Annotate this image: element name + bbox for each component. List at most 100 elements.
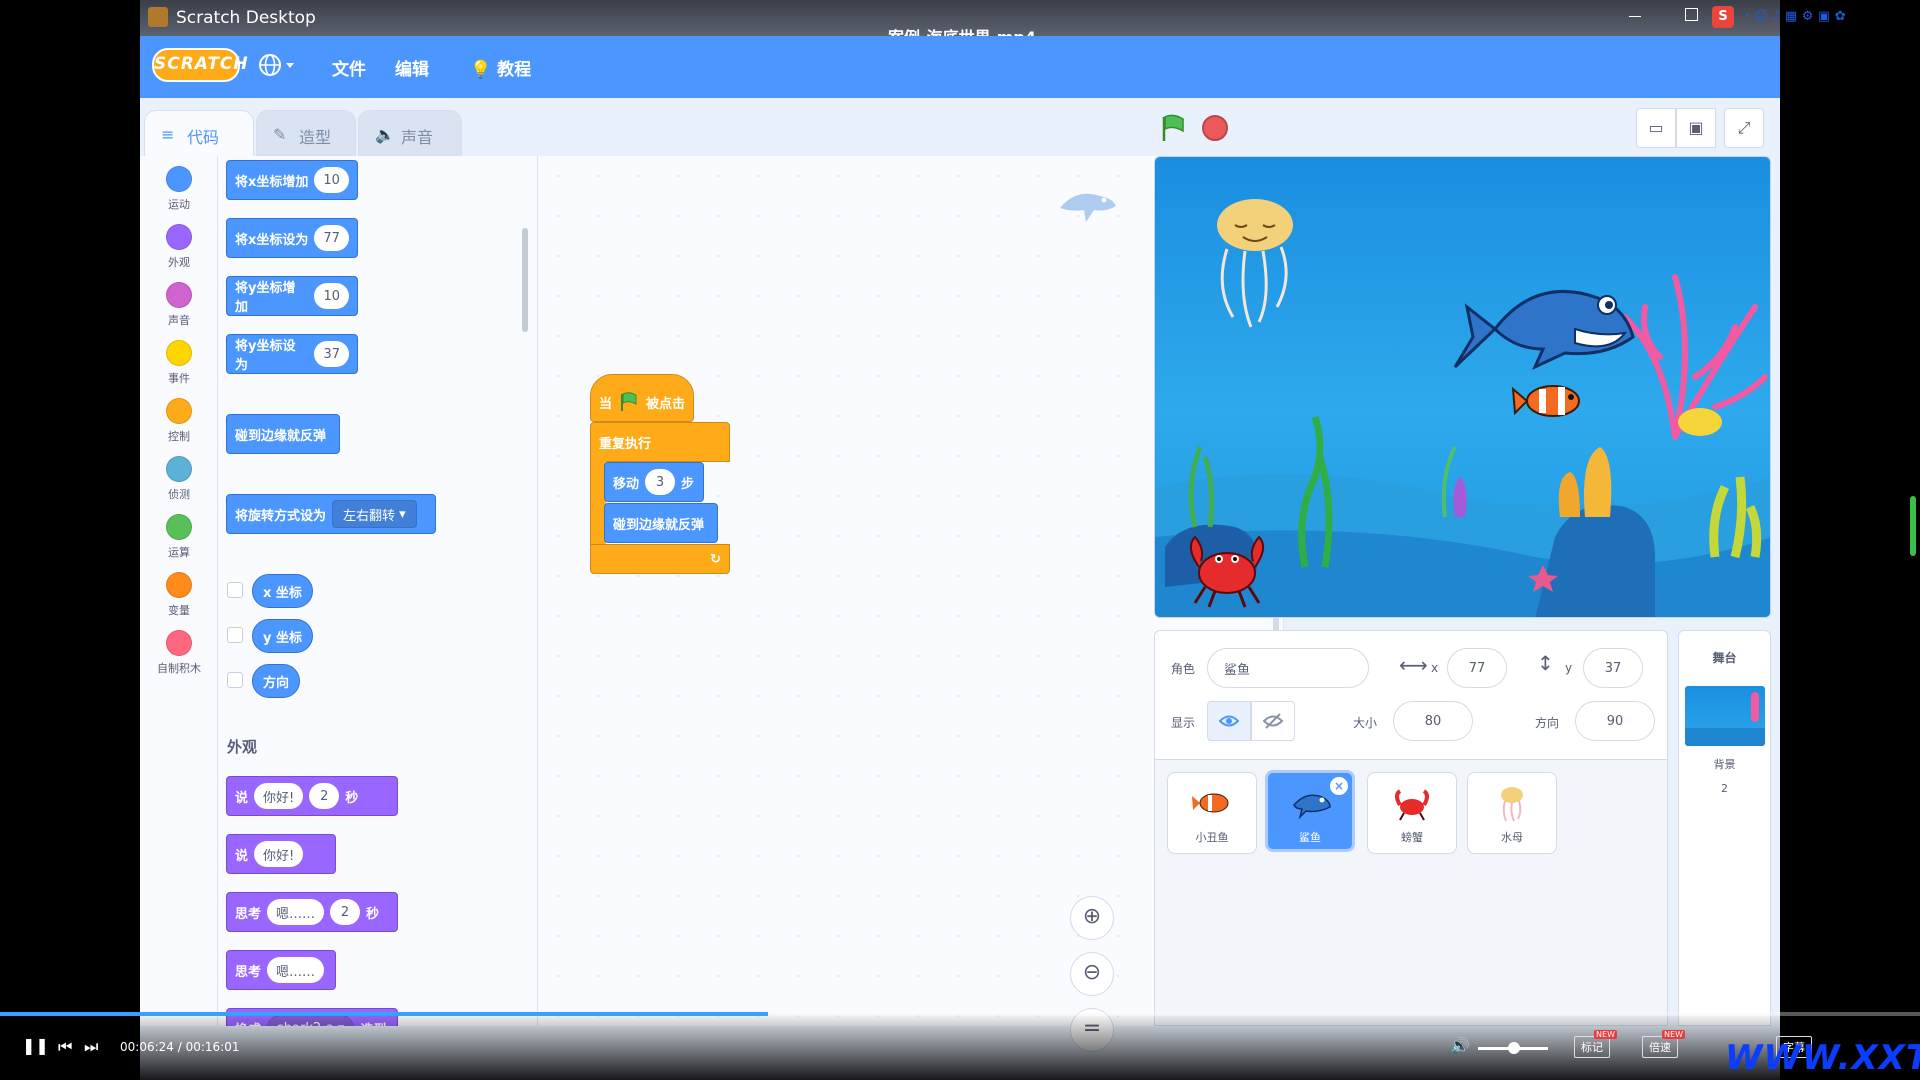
volume-icon[interactable]: 🔊 [1450, 1036, 1470, 1055]
steps-input[interactable]: 3 [645, 469, 676, 495]
minimize-button[interactable] [1625, 2, 1645, 22]
message-input[interactable]: 嗯…… [267, 899, 325, 925]
message-input[interactable]: 嗯…… [267, 957, 325, 983]
bounce-block[interactable]: 碰到边缘就反弹 [226, 414, 340, 454]
brush-icon: ✎ [273, 125, 287, 144]
say-block[interactable]: 说你好! [226, 834, 336, 874]
volume-knob[interactable] [1508, 1042, 1520, 1054]
sprite-tile-jellyfish[interactable]: 水母 [1467, 772, 1557, 854]
category-motion[interactable]: 运动 [140, 166, 218, 212]
set-x-block[interactable]: 将x坐标设为 77 [226, 218, 358, 258]
stage[interactable] [1154, 156, 1771, 618]
tab-costumes[interactable]: ✎ 造型 [256, 110, 356, 156]
when-flag-clicked-block[interactable]: 当 被点击 [590, 374, 694, 422]
delete-sprite-icon[interactable]: × [1330, 777, 1348, 795]
category-my-blocks[interactable]: 自制积木 [140, 630, 218, 676]
number-input[interactable]: 37 [314, 341, 349, 367]
category-events[interactable]: 事件 [140, 340, 218, 386]
maximize-button[interactable] [1685, 8, 1698, 21]
category-control[interactable]: 控制 [140, 398, 218, 444]
message-input[interactable]: 你好! [254, 783, 304, 809]
stage-selector[interactable]: 舞台 背景 2 [1678, 630, 1771, 1026]
category-label: 控制 [168, 430, 190, 443]
sprite-name-input[interactable]: 鲨鱼 [1207, 648, 1369, 688]
category-operators[interactable]: 运算 [140, 514, 218, 560]
rotation-dropdown[interactable]: 左右翻转 ▾ [332, 500, 417, 528]
large-stage-button[interactable]: ▣ [1676, 108, 1716, 148]
backdrop-thumb-floor [1684, 728, 1765, 746]
message-input[interactable]: 你好! [254, 841, 304, 867]
category-label: 运算 [168, 546, 190, 559]
x-position-reporter[interactable]: x 坐标 [252, 574, 313, 608]
change-y-block[interactable]: 将y坐标增加 10 [226, 276, 358, 316]
clownfish-sprite[interactable] [1511, 385, 1580, 417]
sprite-tile-clownfish[interactable]: 小丑鱼 [1167, 772, 1257, 854]
shark-sprite[interactable] [1453, 289, 1635, 371]
think-block[interactable]: 思考 嗯…… [226, 950, 336, 990]
block-text: 将x坐标设为 [235, 232, 309, 248]
speed-button[interactable]: 倍速 NEW [1642, 1030, 1685, 1058]
secs-input[interactable]: 2 [309, 783, 340, 809]
category-looks[interactable]: 外观 [140, 224, 218, 270]
category-dot [166, 398, 192, 424]
file-menu[interactable]: 文件 [332, 55, 366, 80]
forever-block[interactable]: 重复执行 [590, 422, 730, 462]
next-button[interactable]: ⏭ [84, 1037, 98, 1057]
stop-button[interactable] [1202, 115, 1228, 141]
small-stage-button[interactable]: ▭ [1636, 108, 1676, 148]
tutorials-menu[interactable]: 💡 教程 [470, 55, 531, 80]
previous-button[interactable]: ⏮ [58, 1037, 72, 1057]
fullscreen-button[interactable]: ⤢ [1724, 108, 1764, 148]
say-for-secs-block[interactable]: 说你好! 2 秒 [226, 776, 398, 816]
scratch-window: Scratch Desktop 案例-海底世界.mp4 SCRATCH 文件 编… [140, 0, 1780, 1080]
move-steps-block[interactable]: 移动 3 步 [604, 462, 704, 502]
sprite-tile-crab[interactable]: 螃蟹 [1367, 772, 1457, 854]
tab-code[interactable]: ≡ 代码 [144, 110, 254, 156]
block-text: 思考 [235, 964, 262, 980]
category-label: 自制积木 [157, 662, 201, 675]
category-sensing[interactable]: 侦测 [140, 456, 218, 502]
palette-scrollbar[interactable] [522, 228, 528, 332]
size-input[interactable]: 80 [1393, 701, 1473, 741]
category-menu: 运动 外观 声音 事件 控制 侦测 运算 变量 自制积木 [140, 156, 218, 1026]
sprite-tile-shark[interactable]: × 鲨鱼 [1265, 770, 1355, 852]
hide-sprite-button[interactable] [1251, 701, 1295, 741]
shark-watermark-icon [1060, 193, 1116, 222]
change-x-block[interactable]: 将x坐标增加 10 [226, 160, 358, 200]
direction-reporter[interactable]: 方向 [252, 664, 301, 698]
number-input[interactable]: 10 [314, 283, 349, 309]
think-for-secs-block[interactable]: 思考 嗯…… 2 秒 [226, 892, 398, 932]
backdrop-thumbnail[interactable] [1684, 686, 1765, 746]
tab-sounds[interactable]: 🔈 声音 [358, 110, 462, 156]
secs-input[interactable]: 2 [330, 899, 361, 925]
x-position-checkbox[interactable] [227, 582, 243, 598]
y-position-reporter[interactable]: y 坐标 [252, 619, 314, 653]
stage-pane-title: 舞台 [1712, 651, 1737, 665]
x-input[interactable]: 77 [1447, 648, 1507, 688]
jellyfish-sprite[interactable] [1217, 199, 1293, 328]
number-input[interactable]: 10 [314, 167, 349, 193]
category-sound[interactable]: 声音 [140, 282, 218, 328]
green-flag-button[interactable] [1159, 114, 1187, 142]
category-variables[interactable]: 变量 [140, 572, 218, 618]
category-dot [166, 224, 192, 250]
mark-button[interactable]: 标记 NEW [1574, 1030, 1617, 1058]
zoom-out-button[interactable]: ⊖ [1070, 952, 1114, 996]
y-input[interactable]: 37 [1583, 648, 1643, 688]
bounce-on-edge-block[interactable]: 碰到边缘就反弹 [604, 503, 718, 543]
show-sprite-button[interactable] [1207, 701, 1251, 741]
scratch-logo[interactable]: SCRATCH [152, 48, 248, 82]
language-menu[interactable] [258, 51, 298, 84]
sprite-tile-label: 螃蟹 [1401, 831, 1423, 844]
direction-checkbox[interactable] [227, 672, 243, 688]
sogou-input-icon[interactable]: S [1712, 6, 1734, 28]
number-input[interactable]: 77 [314, 225, 349, 251]
block-text: 碰到边缘就反弹 [235, 428, 327, 444]
zoom-in-button[interactable]: ⊕ [1070, 896, 1114, 940]
pause-button[interactable]: ❚❚ [22, 1036, 49, 1055]
edit-menu[interactable]: 编辑 [395, 55, 429, 80]
y-position-checkbox[interactable] [227, 627, 243, 643]
set-y-block[interactable]: 将y坐标设为 37 [226, 334, 358, 374]
rotation-style-block[interactable]: 将旋转方式设为 左右翻转 ▾ [226, 494, 436, 534]
direction-input[interactable]: 90 [1575, 701, 1655, 741]
